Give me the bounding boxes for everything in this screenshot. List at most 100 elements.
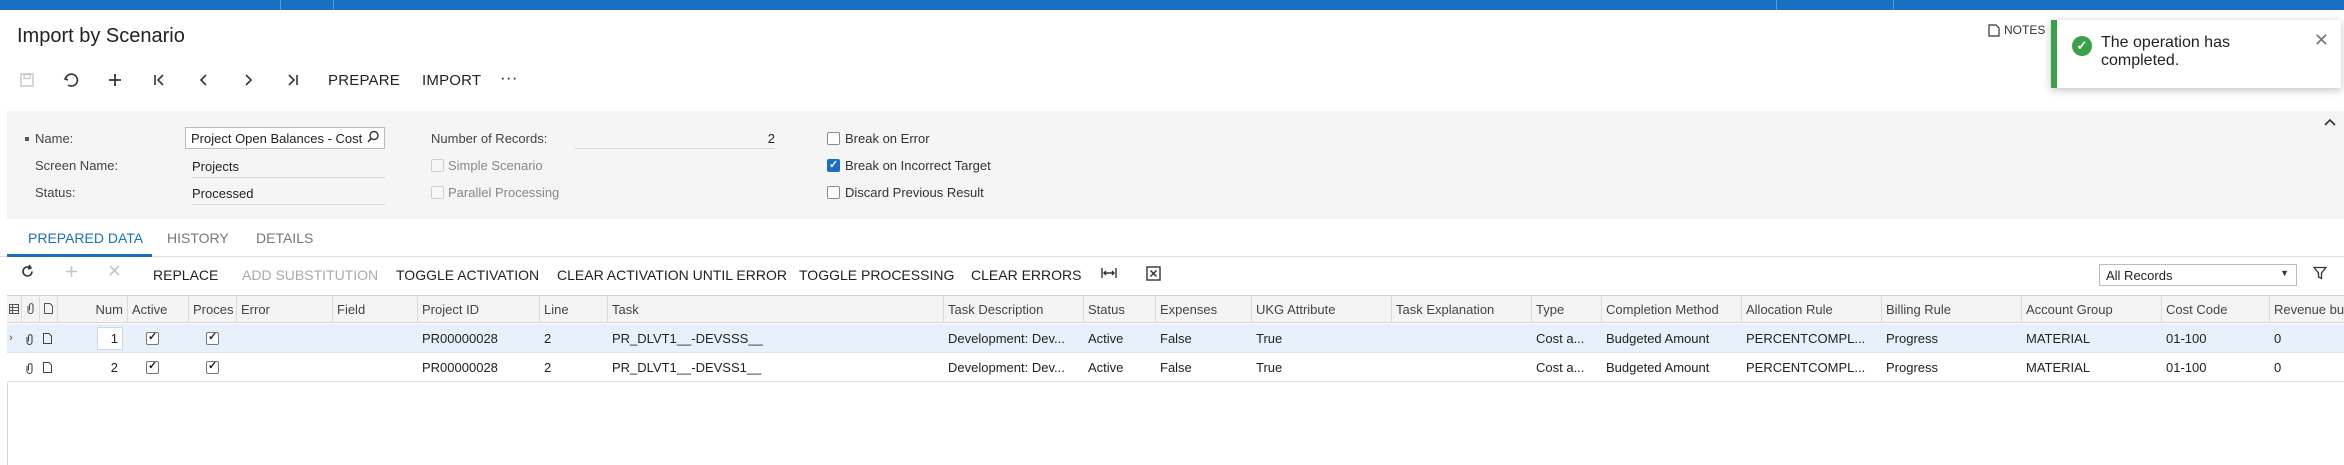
column-header-revenue-budget[interactable]: Revenue bud — [2269, 296, 2344, 323]
next-icon[interactable] — [235, 67, 261, 93]
column-header-task[interactable]: Task — [607, 296, 943, 323]
note-icon[interactable] — [43, 324, 52, 353]
prepare-button[interactable]: PREPARE — [328, 72, 400, 89]
notes-button[interactable]: NOTES — [1988, 23, 2045, 37]
topbar-divider — [1893, 0, 1894, 10]
attachment-header-icon — [21, 296, 39, 323]
status-cell: Active — [1088, 331, 1124, 346]
break-on-error-checkbox[interactable] — [827, 132, 840, 145]
cost-code-cell: 01-100 — [2166, 360, 2207, 375]
records-filter-select[interactable]: All Records ▼ — [2099, 264, 2297, 286]
row-num[interactable]: 1 — [97, 327, 123, 350]
column-header-type[interactable]: Type — [1531, 296, 1601, 323]
attachment-icon[interactable] — [25, 324, 34, 353]
name-label: Name: — [35, 131, 74, 146]
parallel-processing-checkbox[interactable] — [431, 186, 444, 199]
column-header-completion-method[interactable]: Completion Method — [1601, 296, 1741, 323]
name-value: Project Open Balances - Cost — [191, 131, 363, 146]
column-header-field[interactable]: Field — [332, 296, 417, 323]
processed-checkbox[interactable] — [206, 330, 219, 345]
chevron-right-icon[interactable]: › — [9, 324, 13, 353]
simple-scenario-checkbox[interactable] — [431, 159, 444, 172]
table-row[interactable]: › 1 PR00000028 2 PR_DLVT1__-DEVSSS__ Dev… — [7, 324, 2344, 353]
tab-details[interactable]: DETAILS — [256, 230, 313, 246]
success-toast: ✓ The operation has completed. ✕ — [2051, 20, 2341, 88]
column-header-task-explanation[interactable]: Task Explanation — [1391, 296, 1531, 323]
parallel-processing-label: Parallel Processing — [448, 185, 560, 200]
toast-message: The operation has completed. — [2101, 34, 2230, 69]
close-icon[interactable]: ✕ — [2314, 30, 2329, 51]
clear-activation-until-error-button[interactable]: CLEAR ACTIVATION UNTIL ERROR — [557, 267, 787, 283]
note-icon[interactable] — [43, 353, 52, 382]
attachment-icon[interactable] — [25, 353, 34, 382]
task-description-cell: Development: Dev... — [948, 360, 1065, 375]
refresh-icon[interactable] — [20, 264, 35, 284]
column-header-project-id[interactable]: Project ID — [417, 296, 539, 323]
toggle-activation-button[interactable]: TOGGLE ACTIVATION — [396, 267, 539, 283]
records-value: 2 — [575, 131, 775, 149]
search-icon[interactable] — [367, 130, 380, 146]
note-header-icon — [39, 296, 57, 323]
undo-icon[interactable] — [58, 67, 84, 93]
clear-errors-button[interactable]: CLEAR ERRORS — [971, 267, 1081, 283]
project-id-cell: PR00000028 — [422, 331, 498, 346]
add-row-icon[interactable] — [64, 264, 79, 284]
task-cell: PR_DLVT1__-DEVSSS__ — [612, 331, 763, 346]
active-checkbox[interactable] — [146, 359, 159, 374]
more-button[interactable]: ··· — [500, 68, 518, 88]
column-settings-icon[interactable] — [7, 296, 21, 323]
tab-history[interactable]: HISTORY — [167, 230, 229, 246]
column-header-account-group[interactable]: Account Group — [2021, 296, 2161, 323]
allocation-rule-cell: PERCENTCOMPL... — [1746, 331, 1866, 346]
column-header-allocation-rule[interactable]: Allocation Rule — [1741, 296, 1881, 323]
column-header-line[interactable]: Line — [539, 296, 607, 323]
account-group-cell: MATERIAL — [2026, 331, 2091, 346]
delete-row-icon[interactable] — [108, 264, 121, 282]
completion-method-cell: Budgeted Amount — [1606, 331, 1710, 346]
table-row[interactable]: 2 PR00000028 2 PR_DLVT1__-DEVSS1__ Devel… — [7, 353, 2344, 382]
column-header-status[interactable]: Status — [1083, 296, 1155, 323]
revenue-budget-cell: 0 — [2274, 360, 2282, 375]
plus-icon[interactable] — [102, 67, 128, 93]
first-icon[interactable] — [147, 67, 173, 93]
grid-header: Num Active Proces Error Field Project ID… — [7, 296, 2344, 323]
export-excel-icon[interactable] — [1146, 266, 1161, 286]
column-header-error[interactable]: Error — [236, 296, 332, 323]
replace-button[interactable]: REPLACE — [153, 267, 218, 283]
topbar-divider — [333, 0, 334, 10]
import-button[interactable]: IMPORT — [422, 72, 481, 89]
column-header-cost-code[interactable]: Cost Code — [2161, 296, 2269, 323]
column-header-num[interactable]: Num — [57, 296, 127, 323]
last-icon[interactable] — [279, 67, 305, 93]
column-header-task-description[interactable]: Task Description — [943, 296, 1083, 323]
column-header-processed[interactable]: Proces — [188, 296, 236, 323]
toggle-processing-button[interactable]: TOGGLE PROCESSING — [799, 267, 954, 283]
project-id-cell: PR00000028 — [422, 360, 498, 375]
save-icon[interactable] — [14, 67, 40, 93]
line-cell: 2 — [544, 331, 552, 346]
name-field[interactable]: Project Open Balances - Cost — [185, 127, 385, 149]
column-header-active[interactable]: Active — [127, 296, 188, 323]
add-substitution-button[interactable]: ADD SUBSTITUTION — [242, 267, 378, 283]
prev-icon[interactable] — [191, 67, 217, 93]
topbar-divider — [280, 0, 281, 10]
tab-prepared-data[interactable]: PREPARED DATA — [28, 230, 143, 246]
dropdown-arrow-icon: ▼ — [2280, 268, 2289, 278]
checkmark-icon: ✓ — [2072, 36, 2092, 56]
discard-previous-result-checkbox[interactable] — [827, 186, 840, 199]
active-checkbox[interactable] — [146, 330, 159, 345]
processed-checkbox[interactable] — [206, 359, 219, 374]
records-label: Number of Records: — [431, 131, 548, 146]
column-header-expenses[interactable]: Expenses — [1155, 296, 1251, 323]
fit-columns-icon[interactable] — [1101, 266, 1117, 285]
cost-code-cell: 01-100 — [2166, 331, 2207, 346]
type-cell: Cost a... — [1536, 331, 1585, 346]
task-description-cell: Development: Dev... — [948, 331, 1065, 346]
top-navigation-bar — [0, 0, 2344, 10]
filter-icon[interactable] — [2312, 266, 2328, 284]
row-num: 2 — [110, 360, 118, 375]
chevron-up-icon[interactable] — [2324, 113, 2336, 129]
break-on-incorrect-target-checkbox[interactable] — [827, 158, 840, 172]
column-header-ukg-attribute[interactable]: UKG Attribute — [1251, 296, 1391, 323]
column-header-billing-rule[interactable]: Billing Rule — [1881, 296, 2021, 323]
